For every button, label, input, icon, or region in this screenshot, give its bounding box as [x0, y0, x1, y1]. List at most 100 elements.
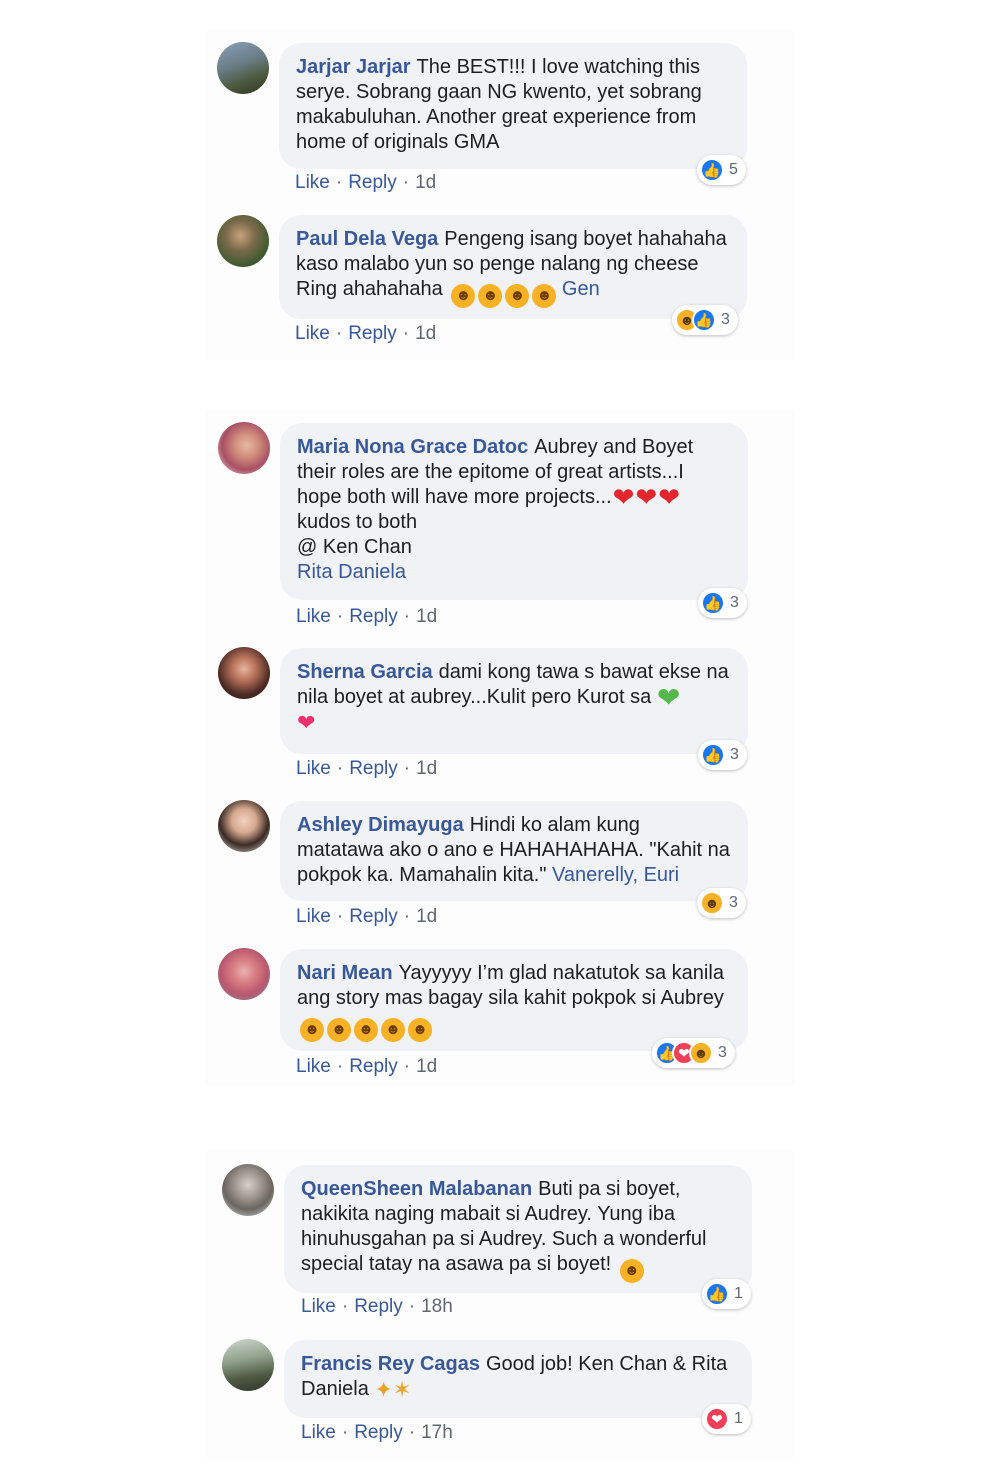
avatar[interactable]: [222, 1339, 274, 1391]
comment-author[interactable]: QueenSheen Malabanan: [301, 1178, 532, 1200]
thumbs-up-icon: 👍: [700, 158, 724, 182]
avatar[interactable]: [218, 422, 270, 474]
comment-author[interactable]: Ashley Dimayuga: [297, 814, 464, 836]
rolling-laughing-face-icon: ☻: [354, 1018, 378, 1042]
thumbs-up-icon: 👍: [705, 1282, 729, 1306]
rolling-laughing-face-icon: ☻: [408, 1018, 432, 1042]
comment-actions: Like · Reply · 1d: [296, 758, 437, 780]
laughing-face-icon: ☻: [689, 1041, 713, 1065]
separator: ·: [402, 323, 410, 344]
comment-bubble: Ashley Dimayuga Hindi ko alam kung matata…: [280, 801, 748, 901]
clapping-hands-icon: ✦: [374, 1377, 393, 1402]
avatar[interactable]: [218, 948, 270, 1000]
tagged-user-link[interactable]: Euri: [644, 864, 680, 886]
timestamp[interactable]: 1d: [416, 1056, 437, 1077]
reaction-summary[interactable]: 👍 1: [702, 1279, 751, 1309]
timestamp[interactable]: 1d: [415, 172, 436, 193]
reaction-summary[interactable]: 👍 3: [698, 588, 747, 618]
comment-author[interactable]: Jarjar Jarjar: [296, 56, 411, 78]
comment-bubble: Maria Nona Grace Datoc Aubrey and Boyet t…: [280, 423, 748, 600]
comment-actions: Like · Reply · 1d: [296, 1056, 437, 1078]
heart-icon: ❤: [635, 482, 658, 512]
comment-text-line: kudos to both: [297, 511, 418, 533]
thumbs-up-icon: 👍: [692, 308, 716, 332]
comment-bubble: Paul Dela Vega Pengeng isang boyet hahaha…: [279, 215, 747, 319]
comment-actions: Like · Reply · 17h: [301, 1422, 453, 1444]
laughing-face-icon: ☻: [451, 284, 476, 308]
winking-face-icon: ☻: [619, 1259, 644, 1283]
reply-button[interactable]: Reply: [354, 1422, 403, 1443]
reaction-count: 3: [730, 746, 739, 763]
timestamp[interactable]: 18h: [421, 1296, 453, 1317]
like-button[interactable]: Like: [296, 906, 331, 927]
avatar[interactable]: [222, 1164, 274, 1216]
rolling-laughing-face-icon: ☻: [381, 1018, 405, 1042]
tagged-user-link[interactable]: Rita Daniela: [297, 561, 406, 583]
comment-actions: Like · Reply · 18h: [301, 1296, 453, 1318]
timestamp[interactable]: 17h: [421, 1422, 453, 1443]
timestamp[interactable]: 1d: [416, 606, 437, 627]
party-popper-icon: ✶: [392, 1377, 412, 1402]
tagged-user-link[interactable]: Gen: [562, 278, 600, 300]
reaction-summary[interactable]: 👍 3: [698, 740, 747, 770]
reaction-summary[interactable]: ☻ 3: [697, 888, 746, 918]
reaction-summary[interactable]: 👍 5: [697, 155, 746, 185]
reaction-summary[interactable]: ❤ 1: [702, 1404, 751, 1434]
comment-author[interactable]: Sherna Garcia: [297, 661, 433, 683]
rolling-laughing-face-icon: ☻: [300, 1018, 324, 1042]
rolling-laughing-face-icon: ☻: [327, 1018, 351, 1042]
separator: ·: [403, 906, 411, 927]
separator: ·: [408, 1296, 416, 1317]
separator: ·: [403, 758, 411, 779]
reaction-summary[interactable]: 👍 ❤ ☻ 3: [652, 1038, 735, 1068]
avatar[interactable]: [218, 647, 270, 699]
laughing-face-icon: ☻: [532, 284, 557, 308]
reply-button[interactable]: Reply: [348, 172, 397, 193]
reaction-count: 3: [718, 1044, 727, 1061]
laughing-face-icon: ☻: [478, 284, 503, 308]
like-button[interactable]: Like: [296, 1056, 331, 1077]
like-button[interactable]: Like: [296, 606, 331, 627]
heart-icon: ❤: [612, 482, 635, 512]
avatar[interactable]: [217, 215, 269, 267]
reaction-count: 1: [734, 1285, 743, 1302]
reaction-summary[interactable]: ☻ 👍 3: [672, 305, 738, 335]
like-button[interactable]: Like: [295, 172, 330, 193]
like-button[interactable]: Like: [295, 323, 330, 344]
green-heart-icon: ❤: [656, 682, 681, 713]
laughing-face-icon: ☻: [505, 284, 530, 308]
reply-button[interactable]: Reply: [348, 323, 397, 344]
separator: ·: [336, 758, 344, 779]
separator: ·: [336, 906, 344, 927]
tagged-user-link[interactable]: Vanerelly: [552, 864, 632, 886]
separator: ·: [341, 1296, 349, 1317]
comment-author[interactable]: Nari Mean: [297, 962, 393, 984]
reply-button[interactable]: Reply: [354, 1296, 403, 1317]
avatar[interactable]: [217, 42, 269, 94]
reply-button[interactable]: Reply: [349, 1056, 398, 1077]
comment-mention: @ Ken Chan: [297, 536, 412, 558]
timestamp[interactable]: 1d: [416, 906, 437, 927]
reply-button[interactable]: Reply: [349, 758, 398, 779]
reaction-count: 3: [730, 594, 739, 611]
reply-button[interactable]: Reply: [349, 906, 398, 927]
like-button[interactable]: Like: [301, 1296, 336, 1317]
comment-author[interactable]: Maria Nona Grace Datoc: [297, 436, 528, 458]
two-hearts-icon: ❤: [297, 710, 316, 735]
avatar[interactable]: [218, 800, 270, 852]
timestamp[interactable]: 1d: [415, 323, 436, 344]
comment-bubble: Jarjar Jarjar The BEST!!! I love watching…: [279, 43, 747, 169]
separator: ·: [402, 172, 410, 193]
reply-button[interactable]: Reply: [349, 606, 398, 627]
comment-author[interactable]: Paul Dela Vega: [296, 228, 438, 250]
like-button[interactable]: Like: [296, 758, 331, 779]
comment-author[interactable]: Francis Rey Cagas: [301, 1353, 480, 1375]
like-button[interactable]: Like: [301, 1422, 336, 1443]
thumbs-up-icon: 👍: [701, 591, 725, 615]
heart-icon: ❤: [658, 482, 680, 512]
reaction-count: 1: [734, 1410, 743, 1427]
separator: ·: [403, 606, 411, 627]
thumbs-up-icon: 👍: [701, 743, 725, 767]
timestamp[interactable]: 1d: [416, 758, 437, 779]
comment-actions: Like · Reply · 1d: [295, 323, 436, 345]
